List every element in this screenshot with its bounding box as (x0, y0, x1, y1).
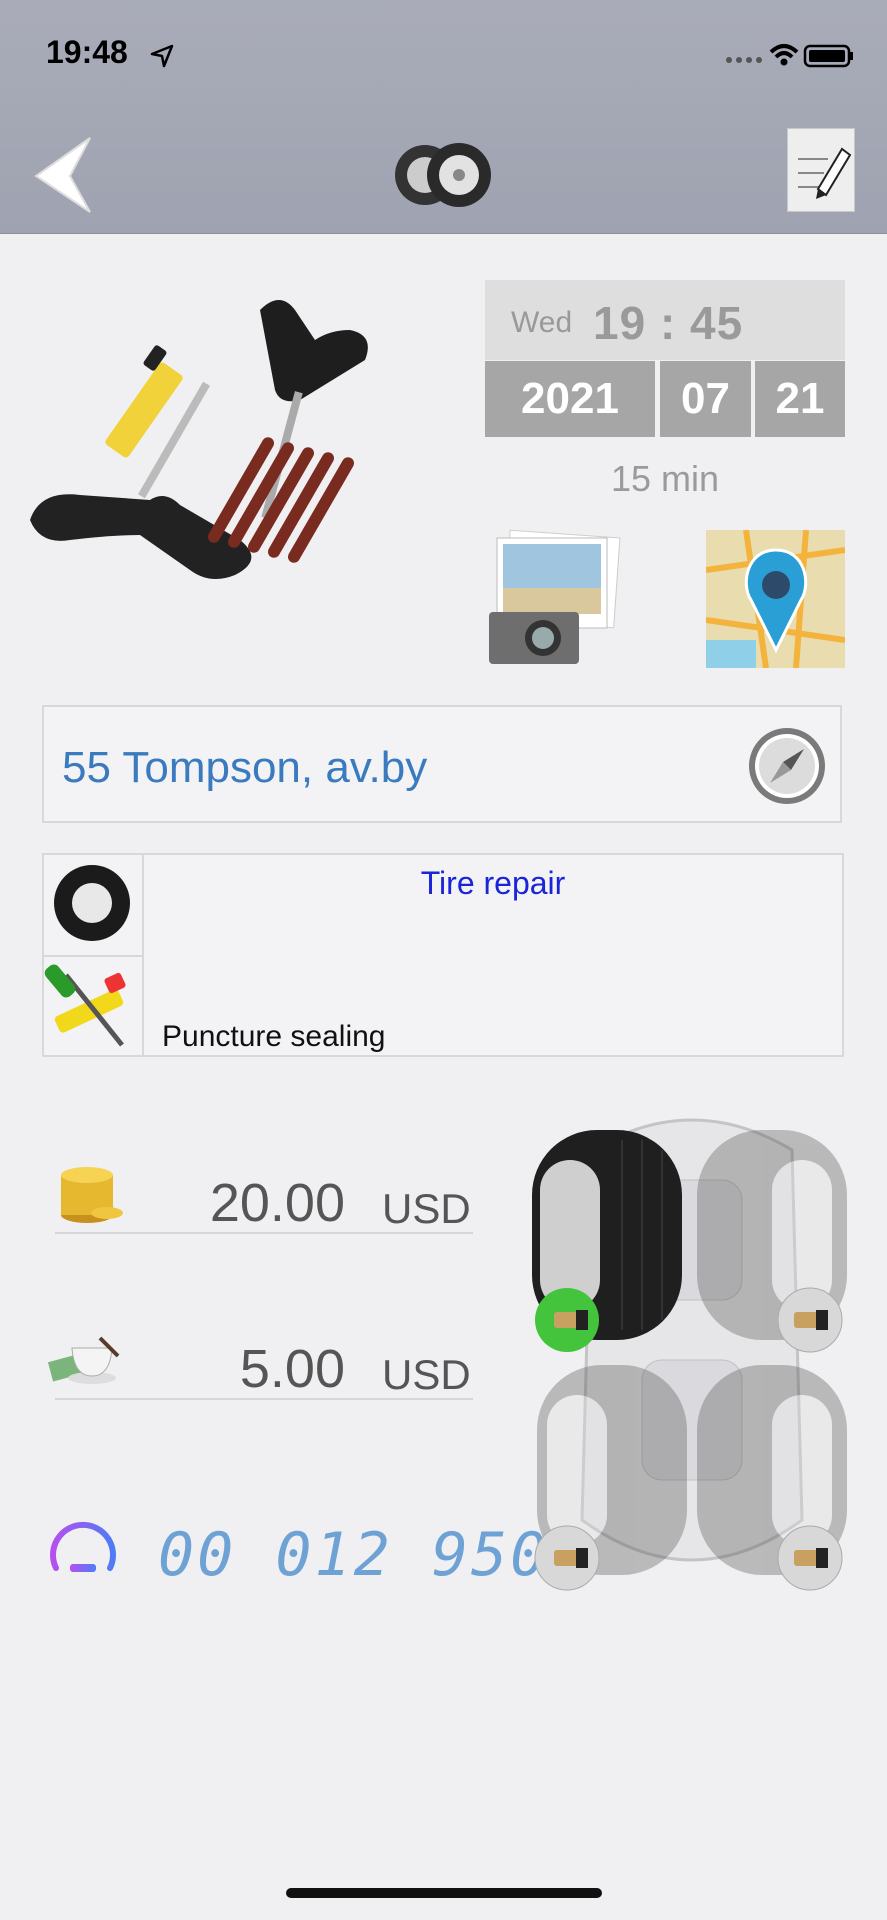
wheels-icon (395, 143, 491, 207)
repair-tools-icon (44, 955, 144, 1055)
tip-underline (55, 1398, 473, 1400)
weekday-label: Wed (511, 306, 573, 339)
home-indicator[interactable] (286, 1888, 602, 1898)
valve-front-right[interactable] (777, 1287, 843, 1353)
cost-underline (55, 1232, 473, 1234)
status-indicators (725, 40, 855, 75)
map-location-icon[interactable] (706, 530, 845, 668)
year-cell[interactable]: 2021 (485, 361, 655, 437)
valve-rear-left[interactable] (534, 1525, 600, 1591)
service-title: Tire repair (420, 865, 566, 901)
valve-front-left-active[interactable] (535, 1288, 599, 1352)
signal-wifi-battery-icon (726, 44, 853, 68)
compass-icon[interactable] (746, 725, 828, 807)
tip-currency[interactable]: USD (382, 1351, 471, 1399)
address-field[interactable]: 55 Tompson, av.by (42, 705, 842, 823)
speedometer-icon (50, 1522, 116, 1572)
tea-cup-money-icon (48, 1336, 120, 1384)
duration-label[interactable]: 15 min (485, 458, 845, 500)
car-wheel-diagram (532, 1118, 847, 1591)
photo-camera-icon[interactable] (487, 528, 627, 670)
odometer-value[interactable]: 00 012 950 (158, 1520, 549, 1590)
address-text: 55 Tompson, av.by (62, 743, 428, 792)
back-arrow-icon[interactable] (30, 136, 96, 214)
time-display[interactable]: Wed 19 : 45 (485, 280, 845, 360)
month-cell[interactable]: 07 (660, 361, 751, 437)
notepad-edit-icon[interactable] (787, 128, 855, 212)
day-cell[interactable]: 21 (755, 361, 845, 437)
location-arrow-icon (150, 44, 174, 68)
valve-rear-right[interactable] (777, 1525, 843, 1591)
tire-icon (44, 855, 144, 955)
time-value: 19 : 45 (593, 297, 744, 349)
service-box[interactable]: Tire repair Puncture sealing (42, 853, 844, 1057)
service-subtitle: Puncture sealing (162, 1020, 386, 1053)
cost-currency[interactable]: USD (382, 1185, 471, 1233)
cost-amount[interactable]: 20.00 (140, 1172, 345, 1234)
tip-amount[interactable]: 5.00 (140, 1338, 345, 1400)
tire-repair-kit-image (30, 300, 368, 579)
coins-icon (61, 1167, 123, 1223)
status-time: 19:48 (46, 34, 128, 70)
